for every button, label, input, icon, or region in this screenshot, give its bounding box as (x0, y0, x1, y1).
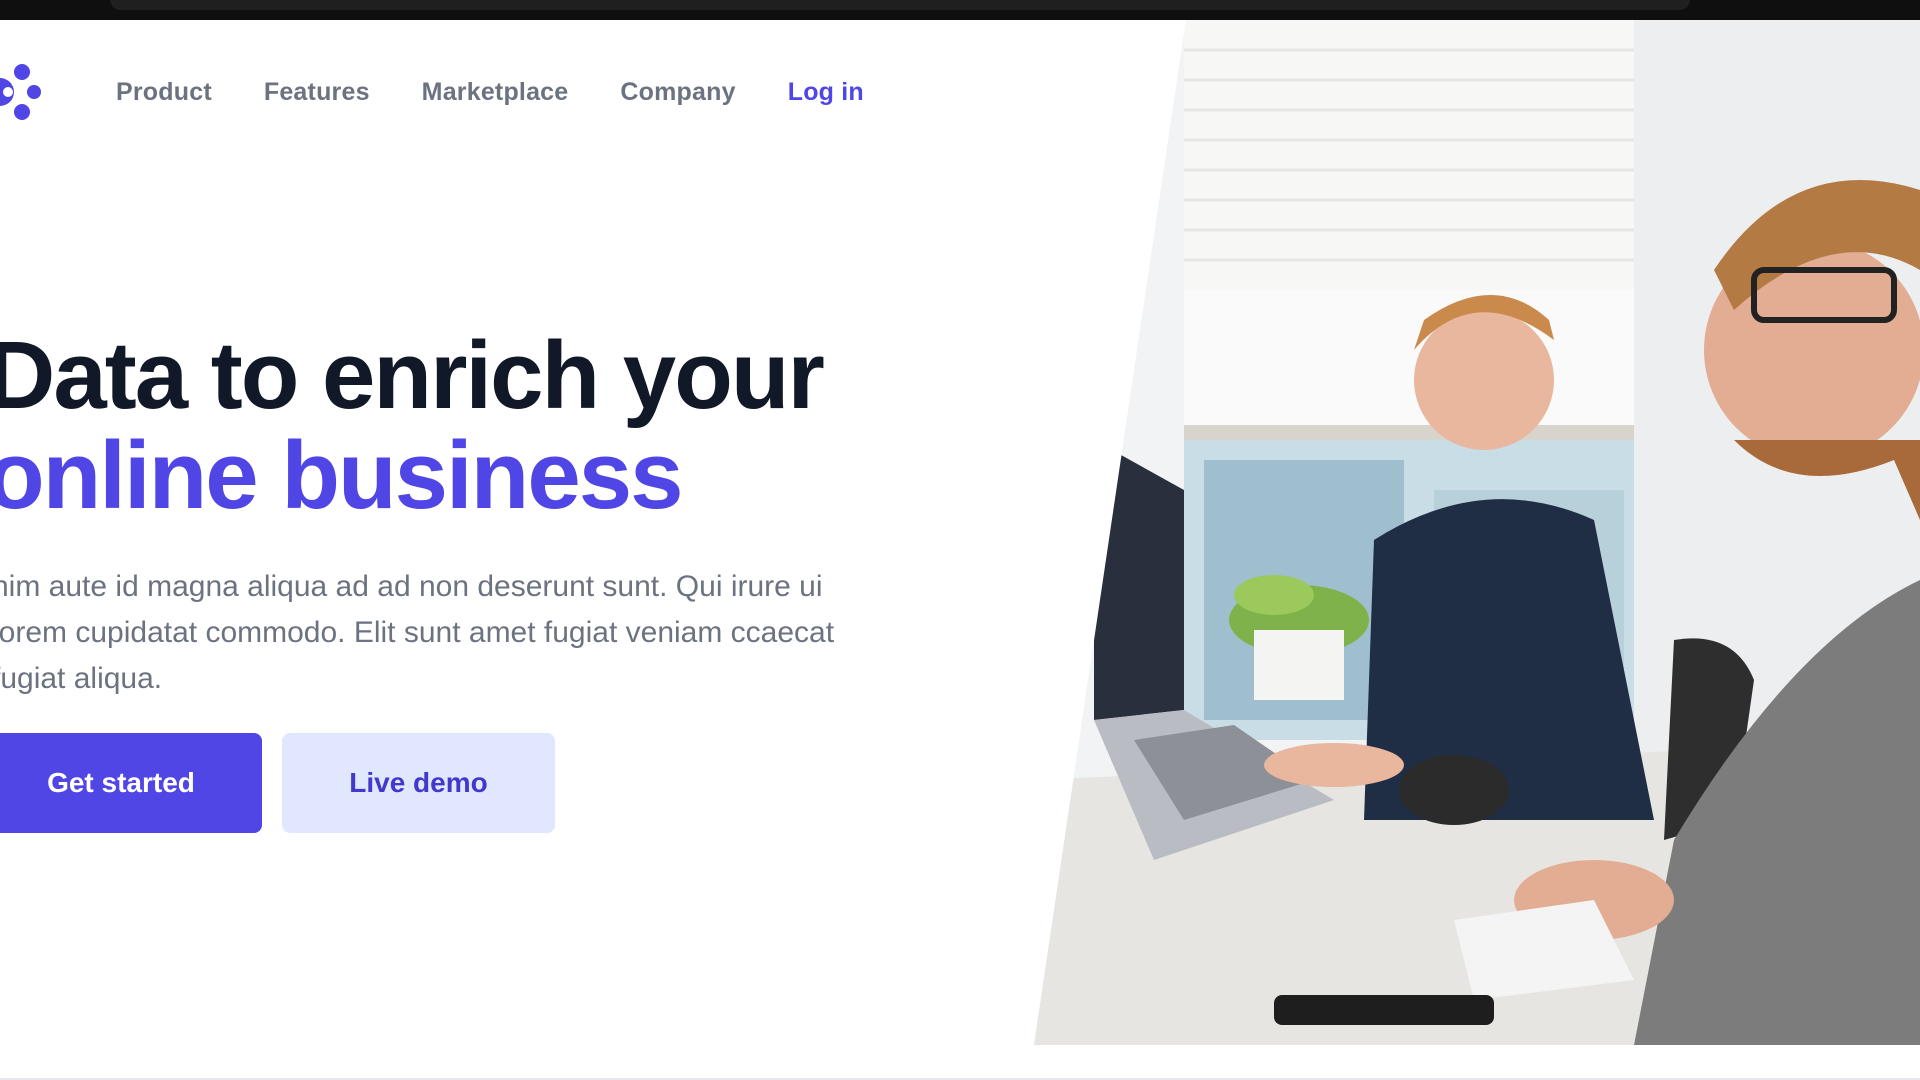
nav-product-link[interactable]: Product (116, 78, 212, 107)
hero-headline-line1: Data to enrich your (0, 322, 825, 429)
get-started-button[interactable]: Get started (0, 733, 262, 833)
brand-dots-logo-icon[interactable] (0, 58, 52, 126)
hero-photo (1034, 20, 1920, 1045)
live-demo-button[interactable]: Live demo (282, 733, 555, 833)
hero-headline: Data to enrich your online business (0, 326, 825, 529)
browser-top-bar-edge (110, 0, 1690, 10)
hero-description: nim aute id magna aliqua ad ad non deser… (0, 570, 835, 695)
main-nav: Product Features Marketplace Company Log… (116, 78, 864, 107)
hero-headline-line2: online business (0, 422, 683, 529)
login-link[interactable]: Log in (788, 78, 864, 107)
nav-company-link[interactable]: Company (620, 78, 735, 107)
nav-features-link[interactable]: Features (264, 78, 370, 107)
landing-page: Product Features Marketplace Company Log… (0, 20, 1920, 1080)
nav-marketplace-link[interactable]: Marketplace (422, 78, 569, 107)
browser-top-bar (0, 0, 1920, 20)
